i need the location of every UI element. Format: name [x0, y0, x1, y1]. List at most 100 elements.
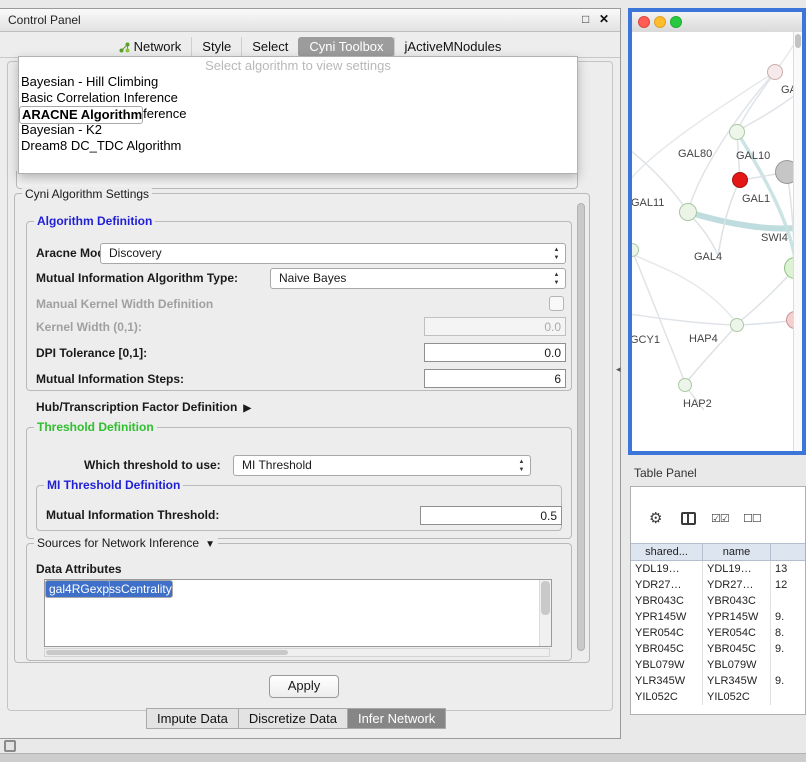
table-cell: YIL052C	[703, 689, 771, 705]
mi-type-value: Naive Bayes	[279, 271, 346, 285]
table-header-cell[interactable]: name	[703, 544, 771, 560]
aracne-mode-value: Discovery	[109, 246, 162, 260]
close-traffic-light-icon[interactable]	[638, 16, 650, 28]
bottom-tab-infer-network[interactable]: Infer Network	[347, 708, 446, 729]
settings-scrollbar[interactable]	[576, 201, 586, 653]
algorithm-option[interactable]: Bayesian - Hill Climbing	[19, 74, 577, 90]
table-row[interactable]: YDR27…YDR27…12	[631, 577, 806, 593]
node-label-swi4: SWI4	[761, 232, 788, 244]
table-header-cell[interactable]: shared...	[631, 544, 703, 560]
table-cell: YBR043C	[631, 593, 703, 609]
tab-label: Cyni Toolbox	[309, 37, 383, 57]
float-window-icon[interactable]: □	[582, 12, 589, 26]
kernel-width-input[interactable]: 0.0	[424, 317, 566, 336]
network-node[interactable]	[729, 124, 745, 140]
tab-label: Style	[202, 37, 231, 57]
network-node[interactable]	[732, 172, 748, 188]
tab-network[interactable]: Network	[109, 37, 192, 57]
node-label-gal80: GAL80	[678, 148, 712, 160]
window-title: Control Panel	[8, 9, 81, 31]
network-node[interactable]	[730, 318, 744, 332]
tab-label: Select	[252, 37, 288, 57]
table-cell: 12	[771, 577, 806, 593]
algorithm-definition-title: Algorithm Definition	[34, 214, 155, 228]
table-cell: YBR043C	[703, 593, 771, 609]
algorithm-option[interactable]: Dream8 DC_TDC Algorithm	[19, 138, 577, 154]
table-row[interactable]: YER054CYER054C8.	[631, 625, 806, 641]
table-row[interactable]: YDL19…YDL19…13	[631, 561, 806, 577]
attribute-item[interactable]: gal4RGexp	[45, 580, 110, 598]
mi-type-select[interactable]: Naive Bayes ▲▼	[270, 268, 566, 289]
table-cell: YIL052C	[631, 689, 703, 705]
tab-select[interactable]: Select	[241, 37, 298, 57]
mi-threshold-input[interactable]: 0.5	[420, 506, 562, 525]
mi-threshold-label: Mutual Information Threshold:	[46, 505, 219, 526]
minimize-traffic-light-icon[interactable]	[654, 16, 666, 28]
attributes-list-scrollbar[interactable]	[539, 580, 551, 646]
node-label-gal11: GAL11	[632, 197, 664, 209]
table-cell: YER054C	[631, 625, 703, 641]
table-row[interactable]: YPR145WYPR145W9.	[631, 609, 806, 625]
table-row[interactable]: YLR345WYLR345W9.	[631, 673, 806, 689]
columns-icon[interactable]	[681, 512, 696, 525]
network-canvas[interactable]: GAL80GAL10GAL11GAL1SWI4GAL4GCY1HAP4HAP2Y…	[632, 32, 802, 451]
apply-button[interactable]: Apply	[269, 675, 339, 698]
bottom-tab-impute-data[interactable]: Impute Data	[146, 708, 239, 729]
table-cell: YBL079W	[631, 657, 703, 673]
close-window-icon[interactable]: ✕	[599, 12, 609, 26]
network-node[interactable]	[767, 64, 783, 80]
bottom-tab-discretize-data[interactable]: Discretize Data	[238, 708, 348, 729]
which-threshold-select[interactable]: MI Threshold ▲▼	[233, 455, 531, 476]
table-row[interactable]: YIL052CYIL052C	[631, 689, 806, 705]
control-panel-titlebar[interactable]: Control Panel □ ✕	[0, 9, 620, 32]
table-panel: ⚙ ☑☑ ☐☐ shared...name YDL19…YDL19…13YDR2…	[630, 486, 806, 715]
algorithm-option[interactable]: Basic Correlation Inference	[19, 90, 577, 106]
table-cell: YBL079W	[703, 657, 771, 673]
zoom-traffic-light-icon[interactable]	[670, 16, 682, 28]
table-cell: 9.	[771, 673, 806, 689]
tab-cyni-toolbox[interactable]: Cyni Toolbox	[298, 37, 393, 57]
bottom-tab-bar: Impute DataDiscretize DataInfer Network	[147, 708, 446, 729]
which-threshold-value: MI Threshold	[242, 458, 312, 472]
tab-style[interactable]: Style	[191, 37, 241, 57]
algorithm-option[interactable]: Bayesian - K2	[19, 122, 577, 138]
node-label-gal1: GAL1	[742, 193, 770, 205]
desktop: Control Panel □ ✕ Network Style Select Cyni…	[0, 0, 806, 762]
mi-steps-input[interactable]: 6	[424, 369, 566, 388]
network-window-titlebar[interactable]	[632, 12, 802, 33]
restore-panel-icon[interactable]	[4, 740, 16, 752]
network-scrollbar[interactable]	[793, 32, 802, 451]
algorithm-dropdown: Select algorithm to view settings Bayesi…	[18, 56, 578, 174]
algorithm-dropdown-placeholder: Select algorithm to view settings	[19, 57, 577, 74]
deselect-all-icon[interactable]: ☐☐	[743, 512, 761, 525]
network-node[interactable]	[678, 378, 692, 392]
gear-icon[interactable]: ⚙	[649, 509, 662, 527]
select-all-icon[interactable]: ☑☑	[711, 512, 729, 525]
attributes-hscrollbar[interactable]	[44, 648, 550, 657]
sources-group-toggle[interactable]: Sources for Network Inference▼	[34, 536, 218, 550]
table-row[interactable]: YBL079WYBL079W	[631, 657, 806, 673]
data-attributes-label: Data Attributes	[36, 560, 122, 578]
tab-label: jActiveMNodules	[405, 37, 502, 57]
table-header[interactable]: shared...name	[631, 543, 806, 561]
table-header-cell[interactable]	[771, 544, 806, 560]
table-cell: 9.	[771, 641, 806, 657]
hub-section-toggle[interactable]: Hub/Transcription Factor Definition▶	[36, 397, 251, 419]
tab-jactivemnodules[interactable]: jActiveMNodules	[394, 37, 512, 57]
bottom-strip	[0, 753, 806, 762]
settings-group-title: Cyni Algorithm Settings	[22, 187, 152, 201]
data-attributes-list[interactable]: SelfLoopsTopologicalCoefficientBetweenne…	[44, 579, 552, 647]
expand-right-icon[interactable]: ▶	[243, 403, 251, 414]
panel-splitter-arrow-icon[interactable]: ◂	[616, 364, 621, 375]
network-node[interactable]	[679, 203, 697, 221]
table-row[interactable]: YBR043CYBR043C	[631, 593, 806, 609]
manual-kernel-checkbox[interactable]	[549, 296, 564, 311]
table-row[interactable]: YBR045CYBR045C9.	[631, 641, 806, 657]
dpi-tolerance-input[interactable]: 0.0	[424, 343, 566, 362]
manual-kernel-label: Manual Kernel Width Definition	[36, 294, 213, 315]
table-cell	[771, 689, 806, 705]
aracne-mode-select[interactable]: Discovery ▲▼	[100, 243, 566, 264]
collapse-down-icon[interactable]: ▼	[205, 539, 215, 550]
table-cell: YPR145W	[703, 609, 771, 625]
algorithm-option[interactable]: ARACNE Algorithm	[19, 106, 143, 124]
